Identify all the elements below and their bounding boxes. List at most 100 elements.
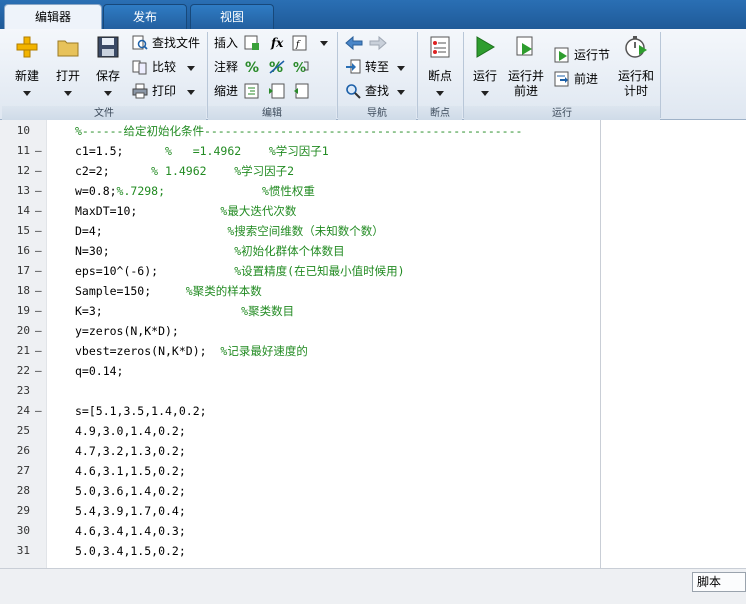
code-line[interactable]: vbest=zeros(N,K*D); %记录最好速度的 (75, 341, 308, 361)
fx-button[interactable]: fx (268, 33, 290, 53)
breakpoint-marker[interactable]: — (35, 321, 43, 341)
indent-button[interactable]: 缩进 (214, 81, 264, 101)
comment-button[interactable]: 注释 % (214, 57, 264, 77)
print-button[interactable]: 打印 (132, 81, 202, 101)
breakpoint-marker[interactable]: — (35, 201, 43, 221)
find-files-button[interactable]: 查找文件 (132, 33, 202, 53)
code-line[interactable]: eps=10^(-6); %设置精度(在已知最小值时候用) (75, 261, 405, 281)
code-line[interactable]: s=[5.1,3.5,1.4,0.2; (75, 401, 207, 421)
breakpoint-marker[interactable] (35, 121, 43, 141)
code-line[interactable]: D=4; %搜索空间维数（未知数个数） (75, 221, 384, 241)
code-line[interactable]: %------给定初始化条件--------------------------… (75, 121, 522, 141)
code-line[interactable]: Sample=150; %聚类的样本数 (75, 281, 262, 301)
forward-button[interactable] (369, 33, 391, 53)
code-line[interactable]: w=0.8;%.7298; %惯性权重 (75, 181, 315, 201)
save-button[interactable]: 保存 (88, 33, 128, 103)
breakpoint-marker[interactable] (35, 461, 43, 481)
breakpoint-marker[interactable]: — (35, 221, 43, 241)
insert-icon (244, 35, 259, 50)
insert-function-button[interactable]: f (292, 33, 332, 53)
group-label-breakpoints: 断点 (430, 108, 450, 119)
new-button[interactable]: 新建 (6, 33, 48, 103)
breakpoint-marker[interactable]: — (35, 181, 43, 201)
folder-icon (57, 40, 79, 57)
ribbon-tab-bar: 编辑器 发布 视图 (0, 0, 746, 30)
decrease-indent-button[interactable] (292, 81, 314, 101)
line-number: 14 (16, 204, 30, 217)
tab-view[interactable]: 视图 (190, 4, 274, 29)
breakpoint-marker[interactable]: — (35, 241, 43, 261)
code-text-area[interactable]: %------给定初始化条件--------------------------… (46, 120, 600, 568)
chevron-down-icon (23, 91, 31, 96)
line-number: 16 (16, 244, 30, 257)
increase-indent-icon (269, 83, 285, 99)
breakpoint-marker[interactable] (35, 521, 43, 541)
breakpoint-marker[interactable] (35, 421, 43, 441)
breakpoint-marker[interactable]: — (35, 141, 43, 161)
line-number: 19 (16, 304, 30, 317)
plus-icon (16, 36, 38, 58)
breakpoint-marker[interactable]: — (35, 161, 43, 181)
code-line[interactable]: 5.0,3.4,1.5,0.2; (75, 541, 186, 561)
find-button[interactable]: 查找 (345, 81, 411, 101)
goto-button[interactable]: 转至 (345, 57, 411, 77)
code-line[interactable]: 5.0,3.6,1.4,0.2; (75, 481, 186, 501)
code-line[interactable]: c2=2; % 1.4962 %学习因子2 (75, 161, 294, 181)
code-text: y=zeros(N,K*D); (75, 324, 179, 338)
tab-editor[interactable]: 编辑器 (4, 4, 102, 30)
run-and-advance-button[interactable]: 运行并 前进 (504, 33, 548, 103)
code-line[interactable]: y=zeros(N,K*D); (75, 321, 179, 341)
code-line[interactable]: 4.6,3.1,1.5,0.2; (75, 461, 186, 481)
ribbon-toolbar: 新建 打开 保存 查找文件 比较 打印 文件 插入 fx f 注释 % % 缩进… (0, 29, 746, 120)
breakpoint-marker[interactable] (35, 501, 43, 521)
insert-button[interactable]: 插入 (214, 33, 264, 53)
breakpoint-marker[interactable]: — (35, 361, 43, 381)
breakpoints-button[interactable]: 断点 (420, 33, 460, 103)
line-number: 21 (16, 344, 30, 357)
code-line[interactable]: 4.7,3.2,1.3,0.2; (75, 441, 186, 461)
breakpoint-marker[interactable]: — (35, 341, 43, 361)
breakpoint-marker[interactable] (35, 541, 43, 561)
run-and-time-button[interactable]: 运行和 计时 (616, 33, 656, 103)
breakpoint-marker[interactable]: — (35, 261, 43, 281)
run-button[interactable]: 运行 (466, 33, 504, 103)
breakpoint-marker[interactable] (35, 381, 43, 401)
run-section-button[interactable]: 运行节 (554, 45, 616, 65)
line-number: 12 (16, 164, 30, 177)
line-number: 17 (16, 264, 30, 277)
chevron-down-icon (187, 66, 196, 71)
breakpoint-marker[interactable]: — (35, 401, 43, 421)
breakpoint-marker[interactable] (35, 441, 43, 461)
code-text: N=30; (75, 244, 235, 258)
smart-indent-icon (244, 83, 259, 99)
open-button[interactable]: 打开 (48, 33, 88, 103)
find-files-icon (132, 35, 148, 50)
increase-indent-button[interactable] (268, 81, 290, 101)
code-line[interactable]: c1=1.5; % =1.4962 %学习因子1 (75, 141, 329, 161)
breakpoint-marker[interactable] (35, 481, 43, 501)
line-number: 15 (16, 224, 30, 237)
code-line[interactable]: 4.9,3.0,1.4,0.2; (75, 421, 186, 441)
code-line[interactable]: K=3; %聚类数目 (75, 301, 294, 321)
line-number: 28 (16, 484, 30, 497)
code-line[interactable]: N=30; %初始化群体个体数目 (75, 241, 345, 261)
code-text: D=4; (75, 224, 228, 238)
code-line[interactable]: 5.4,3.9,1.7,0.4; (75, 501, 186, 521)
matlab-editor-window: 编辑器 发布 视图 新建 打开 保存 查找文件 比较 打印 文件 插入 fx f… (0, 0, 746, 604)
tab-publish[interactable]: 发布 (103, 4, 187, 29)
code-line[interactable]: MaxDT=10; %最大迭代次数 (75, 201, 296, 221)
code-line[interactable]: q=0.14; (75, 361, 123, 381)
decrease-indent-icon (294, 83, 309, 99)
code-line[interactable]: 4.6,3.4,1.4,0.3; (75, 521, 186, 541)
breakpoint-marker[interactable]: — (35, 281, 43, 301)
uncomment-button[interactable]: % (268, 57, 290, 77)
breakpoint-marker[interactable]: — (35, 301, 43, 321)
wrap-comments-button[interactable]: % (292, 57, 314, 77)
search-icon (346, 84, 361, 99)
back-button[interactable] (345, 33, 367, 53)
chevron-down-icon (64, 91, 72, 96)
compare-button[interactable]: 比较 (132, 57, 202, 77)
code-text: c2=2; (75, 164, 152, 178)
insert-label: 插入 (214, 36, 239, 50)
advance-button[interactable]: 前进 (554, 69, 616, 89)
